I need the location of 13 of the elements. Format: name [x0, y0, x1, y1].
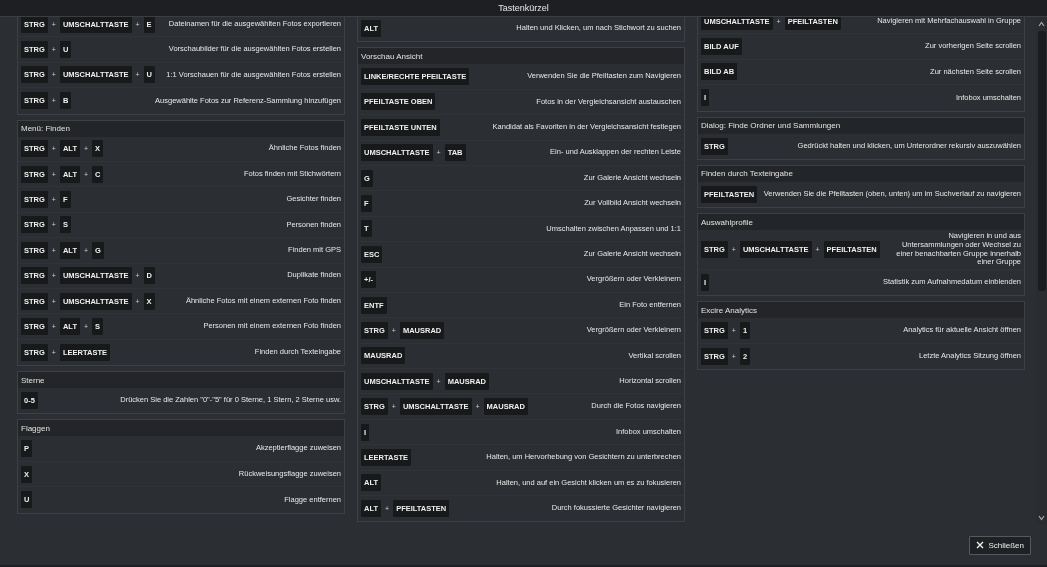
- group-title: Dialog: Finde Ordner und Sammlungen: [701, 121, 841, 131]
- group-title: Menü: Finden: [21, 124, 70, 134]
- scroll-up-icon[interactable]: [1038, 21, 1045, 27]
- group-title: Auswahlprofile: [701, 217, 754, 227]
- group-title: Flaggen: [21, 423, 50, 433]
- close-icon: [976, 541, 985, 549]
- close-button[interactable]: Schließen: [969, 535, 1031, 555]
- group-title: Sterne: [21, 375, 45, 385]
- group-title: Excire Analytics: [701, 305, 758, 315]
- group-title: Vorschau Ansicht: [361, 51, 423, 61]
- group-title: Finden durch Texteingabe: [701, 169, 793, 179]
- window-title: Tastenkürzel: [498, 3, 549, 13]
- scroll-down-icon[interactable]: [1038, 515, 1045, 521]
